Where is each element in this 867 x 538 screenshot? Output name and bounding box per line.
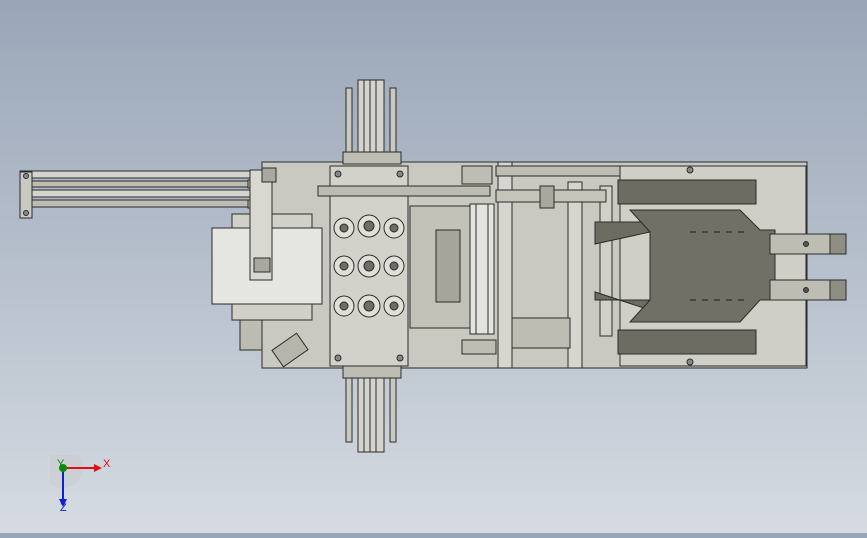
- gripper-tray: [594, 165, 847, 367]
- axis-z-label: Z: [60, 502, 67, 514]
- axis-y-label: Y: [57, 458, 65, 470]
- vertical-rail-top: [342, 79, 402, 165]
- axis-x-label: X: [103, 458, 111, 470]
- cad-viewport[interactable]: X Y Z: [0, 0, 867, 533]
- vertical-rail-bottom: [342, 365, 402, 453]
- assembly-drawing: [19, 79, 847, 453]
- axis-x-arrow: [94, 464, 102, 472]
